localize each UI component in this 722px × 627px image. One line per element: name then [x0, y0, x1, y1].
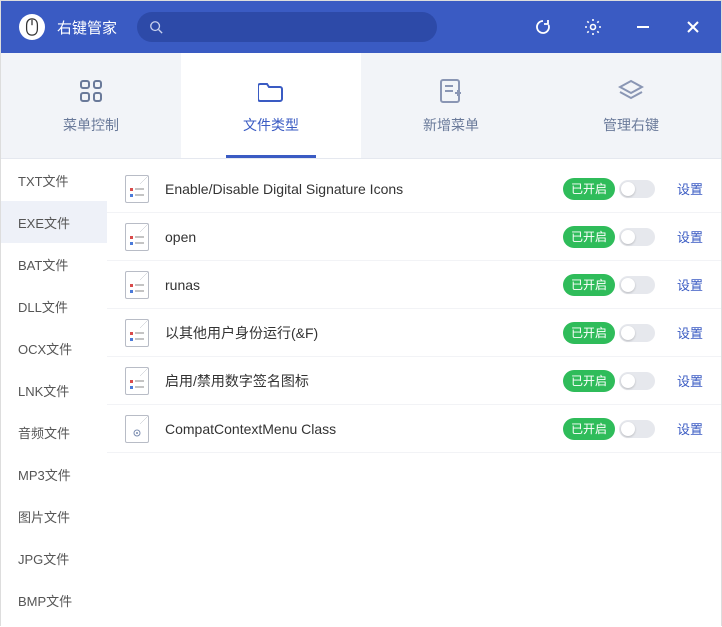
search-icon	[149, 20, 163, 34]
toggle-switch[interactable]	[619, 180, 655, 198]
toggle-switch[interactable]	[619, 420, 655, 438]
sidebar-item-label: 图片文件	[18, 507, 70, 526]
menu-item-list: Enable/Disable Digital Signature Icons已开…	[107, 159, 721, 627]
minimize-button[interactable]	[633, 17, 653, 37]
titlebar: 右键管家	[1, 1, 721, 53]
properties-file-icon	[125, 367, 149, 395]
add-doc-icon	[437, 77, 465, 105]
tab-manage-rightclick[interactable]: 管理右键	[541, 53, 721, 158]
tab-label: 菜单控制	[63, 115, 119, 135]
toggle-switch[interactable]	[619, 228, 655, 246]
status-badge: 已开启	[563, 274, 615, 296]
gear-file-icon	[125, 415, 149, 443]
status-badge: 已开启	[563, 178, 615, 200]
settings-link[interactable]: 设置	[677, 227, 703, 246]
sidebar-item-label: JPG文件	[18, 549, 69, 568]
sidebar-item-EXE文件[interactable]: EXE文件	[1, 201, 107, 243]
sidebar-item-label: BMP文件	[18, 591, 72, 610]
list-item: CompatContextMenu Class已开启 设置	[107, 405, 721, 453]
main-tabs: 菜单控制 文件类型 新增菜单 管理右键	[1, 53, 721, 159]
properties-file-icon	[125, 175, 149, 203]
sidebar-item-BMP文件[interactable]: BMP文件	[1, 579, 107, 621]
sidebar-item-JPG文件[interactable]: JPG文件	[1, 537, 107, 579]
properties-file-icon	[125, 271, 149, 299]
sidebar-item-DLL文件[interactable]: DLL文件	[1, 285, 107, 327]
sidebar-item-label: EXE文件	[18, 213, 70, 232]
sidebar-item-TXT文件[interactable]: TXT文件	[1, 159, 107, 201]
tab-label: 新增菜单	[423, 115, 479, 135]
tab-label: 文件类型	[243, 115, 299, 135]
app-title: 右键管家	[57, 17, 117, 38]
filetype-sidebar: TXT文件 EXE文件 BAT文件 DLL文件 OCX文件 LNK文件音频文件 MP3文件图…	[1, 159, 107, 627]
list-item: runas已开启 设置	[107, 261, 721, 309]
sidebar-item-label: BAT文件	[18, 255, 68, 274]
item-name: runas	[165, 277, 563, 293]
sidebar-item-图片文件[interactable]: 图片文件	[1, 495, 107, 537]
sidebar-item-BAT文件[interactable]: BAT文件	[1, 243, 107, 285]
refresh-icon[interactable]	[533, 17, 553, 37]
gear-icon[interactable]	[583, 17, 603, 37]
status-badge: 已开启	[563, 226, 615, 248]
item-name: 启用/禁用数字签名图标	[165, 371, 563, 391]
toggle-switch[interactable]	[619, 372, 655, 390]
list-item: open已开启 设置	[107, 213, 721, 261]
sidebar-item-label: LNK文件	[18, 381, 69, 400]
item-name: Enable/Disable Digital Signature Icons	[165, 181, 563, 197]
search-input[interactable]	[171, 20, 425, 35]
search-box[interactable]	[137, 12, 437, 42]
toggle-switch[interactable]	[619, 276, 655, 294]
list-item: 以其他用户身份运行(&F)已开启 设置	[107, 309, 721, 357]
sidebar-item-MP3文件[interactable]: MP3文件	[1, 453, 107, 495]
sidebar-item-label: MP3文件	[18, 465, 71, 484]
sidebar-item-label: TXT文件	[18, 171, 69, 190]
app-logo	[19, 14, 45, 40]
tab-add-menu[interactable]: 新增菜单	[361, 53, 541, 158]
grid-icon	[77, 77, 105, 105]
tab-file-types[interactable]: 文件类型	[181, 53, 361, 158]
properties-file-icon	[125, 223, 149, 251]
list-item: Enable/Disable Digital Signature Icons已开…	[107, 165, 721, 213]
list-item: 启用/禁用数字签名图标已开启 设置	[107, 357, 721, 405]
toggle-switch[interactable]	[619, 324, 655, 342]
sidebar-item-label: OCX文件	[18, 339, 72, 358]
tab-label: 管理右键	[603, 115, 659, 135]
sidebar-item-LNK文件[interactable]: LNK文件	[1, 369, 107, 411]
sidebar-item-label: 音频文件	[18, 423, 70, 442]
tab-menu-control[interactable]: 菜单控制	[1, 53, 181, 158]
folder-icon	[257, 77, 285, 105]
properties-file-icon	[125, 319, 149, 347]
item-name: CompatContextMenu Class	[165, 421, 563, 437]
settings-link[interactable]: 设置	[677, 371, 703, 390]
sidebar-item-音频文件[interactable]: 音频文件	[1, 411, 107, 453]
status-badge: 已开启	[563, 418, 615, 440]
close-button[interactable]	[683, 17, 703, 37]
item-name: open	[165, 229, 563, 245]
layers-icon	[617, 77, 645, 105]
settings-link[interactable]: 设置	[677, 275, 703, 294]
item-name: 以其他用户身份运行(&F)	[165, 323, 563, 343]
sidebar-item-OCX文件[interactable]: OCX文件	[1, 327, 107, 369]
settings-link[interactable]: 设置	[677, 419, 703, 438]
status-badge: 已开启	[563, 370, 615, 392]
status-badge: 已开启	[563, 322, 615, 344]
settings-link[interactable]: 设置	[677, 179, 703, 198]
settings-link[interactable]: 设置	[677, 323, 703, 342]
sidebar-item-label: DLL文件	[18, 297, 68, 316]
